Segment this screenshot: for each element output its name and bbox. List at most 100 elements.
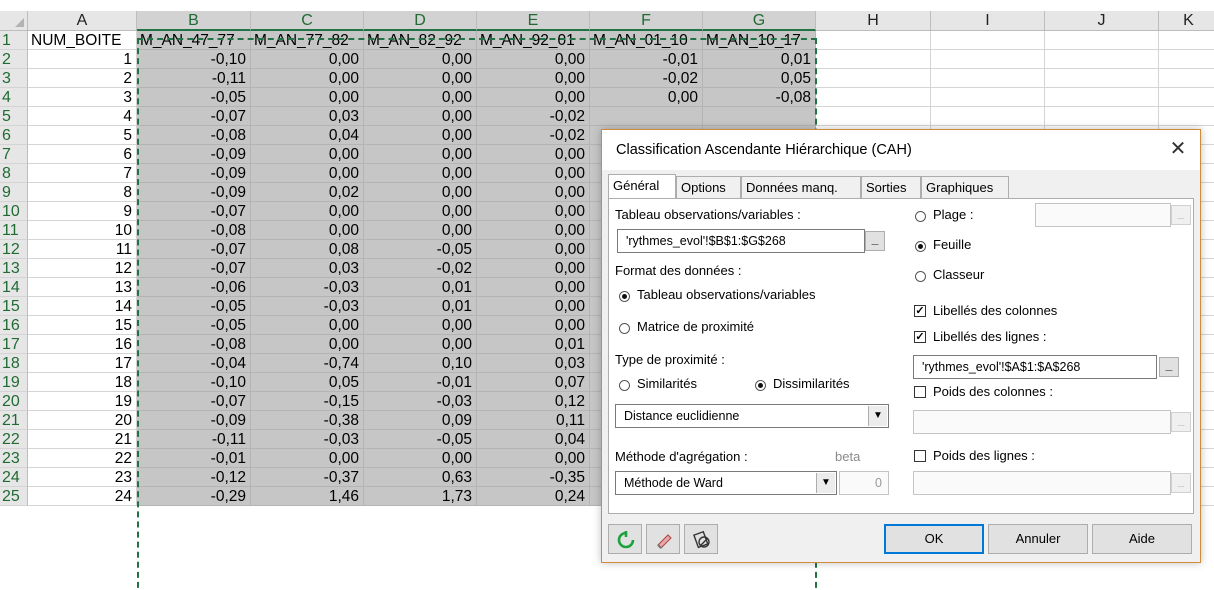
tab-options[interactable]: Options bbox=[676, 176, 741, 198]
table-cell[interactable]: 0,00 bbox=[364, 126, 477, 145]
column-header-e[interactable]: E bbox=[477, 11, 590, 31]
table-cell[interactable] bbox=[1045, 69, 1159, 88]
table-cell[interactable]: 7 bbox=[28, 164, 137, 183]
header-cell[interactable]: NUM_BOITE bbox=[28, 31, 137, 50]
header-cell[interactable]: M_AN_77_82 bbox=[251, 31, 364, 50]
table-cell[interactable]: 0,03 bbox=[251, 107, 364, 126]
row-labels-ref-button[interactable]: _ bbox=[1159, 357, 1179, 377]
table-cell[interactable]: 0,00 bbox=[477, 88, 590, 107]
table-cell[interactable]: 0,04 bbox=[251, 126, 364, 145]
table-cell[interactable]: 21 bbox=[28, 430, 137, 449]
table-cell[interactable] bbox=[1159, 50, 1214, 69]
table-cell[interactable]: 0,00 bbox=[477, 221, 590, 240]
column-header-a[interactable]: A bbox=[28, 11, 137, 31]
table-cell[interactable]: 0,00 bbox=[477, 183, 590, 202]
table-cell[interactable]: 14 bbox=[28, 297, 137, 316]
close-icon[interactable]: ✕ bbox=[1166, 137, 1190, 161]
table-cell[interactable]: -0,04 bbox=[137, 354, 251, 373]
row-header[interactable]: 14 bbox=[0, 278, 28, 297]
table-cell[interactable]: 0,07 bbox=[477, 373, 590, 392]
format-prox-radio[interactable] bbox=[619, 323, 630, 334]
table-cell[interactable] bbox=[816, 50, 931, 69]
table-cell[interactable]: 0,00 bbox=[364, 50, 477, 69]
table-cell[interactable]: -0,05 bbox=[137, 297, 251, 316]
table-cell[interactable]: 0,24 bbox=[477, 487, 590, 506]
row-header[interactable]: 9 bbox=[0, 183, 28, 202]
table-cell[interactable]: 24 bbox=[28, 487, 137, 506]
obs-var-ref-button[interactable]: _ bbox=[865, 231, 885, 251]
column-header-h[interactable]: H bbox=[816, 11, 931, 31]
col-labels-checkbox[interactable]: ✓ bbox=[914, 305, 926, 317]
table-cell[interactable]: 0,00 bbox=[251, 449, 364, 468]
table-cell[interactable]: -0,07 bbox=[137, 202, 251, 221]
table-cell[interactable]: 15 bbox=[28, 316, 137, 335]
table-cell[interactable]: -0,01 bbox=[137, 449, 251, 468]
row-header[interactable]: 15 bbox=[0, 297, 28, 316]
table-cell[interactable]: 0,00 bbox=[251, 164, 364, 183]
table-cell[interactable]: 0,00 bbox=[477, 259, 590, 278]
column-header-g[interactable]: G bbox=[703, 11, 816, 31]
table-cell[interactable] bbox=[1045, 50, 1159, 69]
row-header[interactable]: 17 bbox=[0, 335, 28, 354]
table-cell[interactable]: 2 bbox=[28, 69, 137, 88]
column-header-b[interactable]: B bbox=[137, 11, 251, 31]
table-cell[interactable]: -0,03 bbox=[251, 278, 364, 297]
table-cell[interactable]: 20 bbox=[28, 411, 137, 430]
column-header-j[interactable]: J bbox=[1045, 11, 1159, 31]
aggregation-select[interactable]: Méthode de Ward ▼ bbox=[615, 471, 837, 495]
cancel-button[interactable]: Annuler bbox=[988, 524, 1088, 554]
row-header[interactable]: 24 bbox=[0, 468, 28, 487]
obs-var-field[interactable]: 'rythmes_evol'!$B$1:$G$268 bbox=[617, 229, 865, 253]
row-header[interactable]: 6 bbox=[0, 126, 28, 145]
table-cell[interactable]: -0,05 bbox=[137, 88, 251, 107]
table-cell[interactable]: 0,00 bbox=[251, 145, 364, 164]
table-cell[interactable]: 9 bbox=[28, 202, 137, 221]
table-cell[interactable]: -0,09 bbox=[137, 411, 251, 430]
table-cell[interactable]: -0,07 bbox=[137, 240, 251, 259]
table-cell[interactable]: 0,00 bbox=[477, 69, 590, 88]
table-cell[interactable]: -0,07 bbox=[137, 107, 251, 126]
table-cell[interactable]: 0,10 bbox=[364, 354, 477, 373]
table-cell[interactable]: 18 bbox=[28, 373, 137, 392]
table-cell[interactable]: 1,46 bbox=[251, 487, 364, 506]
table-cell[interactable]: 0,00 bbox=[364, 164, 477, 183]
table-cell[interactable]: 0,00 bbox=[477, 50, 590, 69]
tab-charts[interactable]: Graphiques bbox=[921, 176, 1009, 198]
table-cell[interactable]: 0,09 bbox=[364, 411, 477, 430]
table-cell[interactable]: -0,06 bbox=[137, 278, 251, 297]
table-cell[interactable]: -0,11 bbox=[137, 430, 251, 449]
table-cell[interactable]: 0,00 bbox=[251, 221, 364, 240]
table-cell[interactable]: 0,01 bbox=[703, 50, 816, 69]
similarity-radio[interactable] bbox=[619, 380, 630, 391]
column-header-i[interactable]: I bbox=[931, 11, 1045, 31]
table-cell[interactable]: 0,00 bbox=[477, 297, 590, 316]
help-button[interactable]: Aide bbox=[1092, 524, 1192, 554]
table-cell[interactable] bbox=[590, 107, 703, 126]
table-cell[interactable]: -0,10 bbox=[137, 373, 251, 392]
row-header[interactable]: 16 bbox=[0, 316, 28, 335]
table-cell[interactable]: 5 bbox=[28, 126, 137, 145]
table-cell[interactable]: 8 bbox=[28, 183, 137, 202]
header-cell[interactable] bbox=[1159, 31, 1214, 50]
table-cell[interactable]: 0,00 bbox=[364, 449, 477, 468]
table-cell[interactable]: -0,07 bbox=[137, 392, 251, 411]
table-cell[interactable]: 0,00 bbox=[477, 278, 590, 297]
table-cell[interactable]: -0,01 bbox=[590, 50, 703, 69]
table-cell[interactable]: 0,00 bbox=[251, 335, 364, 354]
table-cell[interactable]: -0,02 bbox=[477, 126, 590, 145]
row-header[interactable]: 21 bbox=[0, 411, 28, 430]
table-cell[interactable]: 0,00 bbox=[590, 88, 703, 107]
table-cell[interactable]: 0,00 bbox=[364, 107, 477, 126]
table-cell[interactable]: 1,73 bbox=[364, 487, 477, 506]
row-header[interactable]: 22 bbox=[0, 430, 28, 449]
table-cell[interactable]: -0,38 bbox=[251, 411, 364, 430]
table-cell[interactable]: 0,12 bbox=[477, 392, 590, 411]
table-cell[interactable] bbox=[931, 50, 1045, 69]
table-cell[interactable]: 1 bbox=[28, 50, 137, 69]
row-header[interactable]: 11 bbox=[0, 221, 28, 240]
column-header-c[interactable]: C bbox=[251, 11, 364, 31]
range-radio[interactable] bbox=[915, 211, 926, 222]
row-header[interactable]: 2 bbox=[0, 50, 28, 69]
table-cell[interactable]: -0,08 bbox=[137, 335, 251, 354]
table-cell[interactable]: 4 bbox=[28, 107, 137, 126]
